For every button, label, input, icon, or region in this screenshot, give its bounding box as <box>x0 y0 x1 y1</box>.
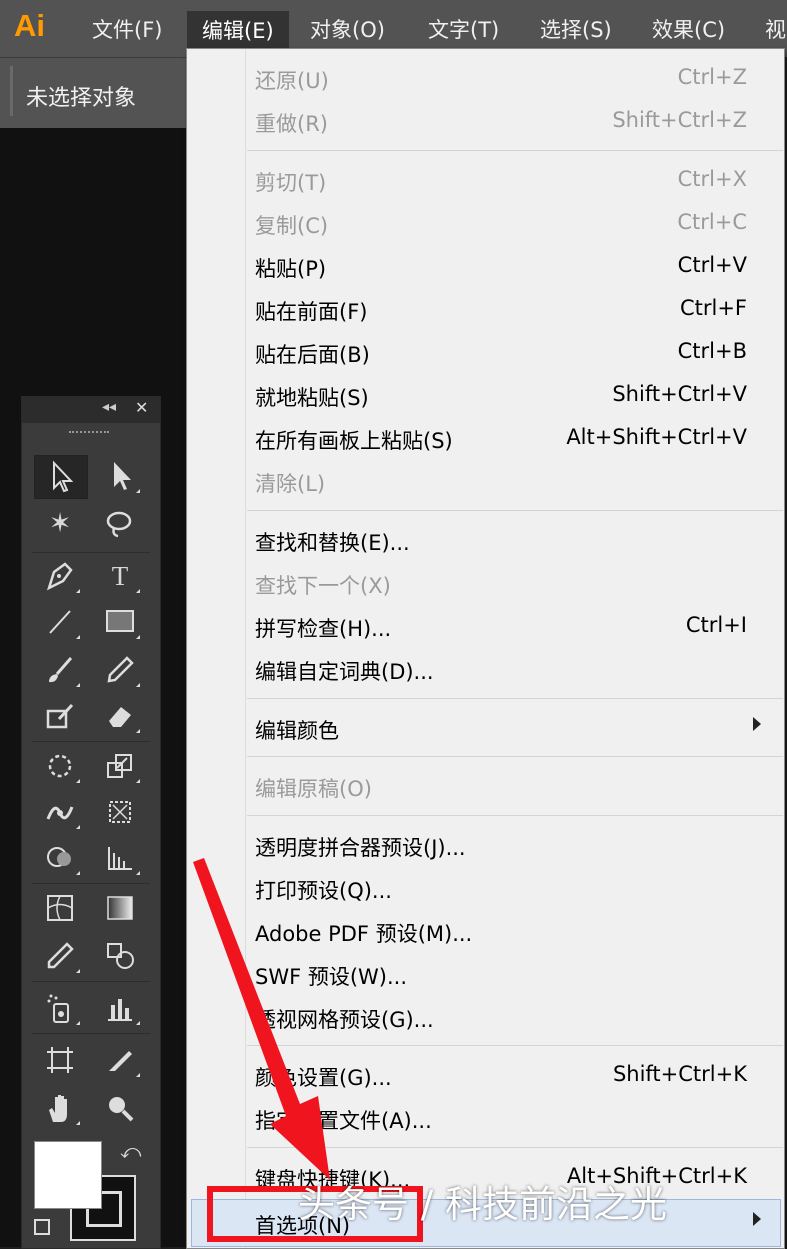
menu-item-paste[interactable]: 粘贴(P) Ctrl+V <box>255 247 747 283</box>
scale-tool-icon[interactable] <box>94 745 146 787</box>
menu-item-edit-original[interactable]: 编辑原稿(O) <box>255 767 747 803</box>
menu-item-edit-colors[interactable]: 编辑颜色 <box>255 709 761 745</box>
menu-item-color-settings[interactable]: 颜色设置(G)... Shift+Ctrl+K <box>255 1056 747 1092</box>
menu-separator <box>247 815 783 816</box>
pen-tool-icon[interactable] <box>34 555 86 597</box>
menu-item-paste-in-back[interactable]: 贴在后面(B) Ctrl+B <box>255 333 747 369</box>
menu-icon-gutter <box>245 49 246 1248</box>
rectangle-tool-icon[interactable] <box>94 601 146 643</box>
menu-item-paste-in-front[interactable]: 贴在前面(F) Ctrl+F <box>255 290 747 326</box>
menu-item-clear[interactable]: 清除(L) <box>255 462 747 498</box>
menu-separator <box>247 1045 783 1046</box>
menu-item-keyboard-shortcuts[interactable]: 键盘快捷键(K)... Alt+Shift+Ctrl+K <box>255 1158 747 1194</box>
eraser-tool-icon[interactable] <box>94 695 146 737</box>
hand-tool-icon[interactable] <box>34 1087 86 1129</box>
zoom-tool-icon[interactable] <box>94 1087 146 1129</box>
menu-separator <box>247 150 783 151</box>
blob-brush-tool-icon[interactable] <box>34 695 86 737</box>
menu-item-find-next[interactable]: 查找下一个(X) <box>255 564 747 600</box>
menu-item-perspective-grid-presets[interactable]: 透视网格预设(G)... <box>255 998 747 1034</box>
swap-fill-stroke-icon[interactable]: ⤺ <box>120 1139 141 1163</box>
paintbrush-tool-icon[interactable] <box>34 649 86 691</box>
control-bar: 未选择对象 <box>0 57 186 128</box>
symbol-sprayer-tool-icon[interactable] <box>34 987 86 1029</box>
menu-select[interactable]: 选择(S) <box>540 14 612 44</box>
menu-effect[interactable]: 效果(C) <box>652 14 725 44</box>
menu-item-undo[interactable]: 还原(U) Ctrl+Z <box>255 59 747 95</box>
menu-separator <box>247 1147 783 1148</box>
menu-file[interactable]: 文件(F) <box>92 14 162 44</box>
lasso-tool-icon[interactable] <box>94 503 146 545</box>
app-logo: Ai <box>14 8 45 43</box>
close-icon[interactable]: ✕ <box>135 398 148 417</box>
menu-item-edit-custom-dictionary[interactable]: 编辑自定词典(D)... <box>255 650 747 686</box>
tool-separator <box>32 741 150 742</box>
menu-item-transparency-flattener-presets[interactable]: 透明度拼合器预设(J)... <box>255 826 747 862</box>
tools-panel: ◂◂ ✕ ✶ T ⤺ <box>21 396 161 1249</box>
panel-grip[interactable] <box>69 431 109 437</box>
menu-item-redo[interactable]: 重做(R) Shift+Ctrl+Z <box>255 102 747 138</box>
menu-item-paste-in-place[interactable]: 就地粘贴(S) Shift+Ctrl+V <box>255 376 747 412</box>
submenu-arrow-icon <box>753 1212 761 1226</box>
perspective-grid-tool-icon[interactable] <box>94 837 146 879</box>
menu-item-paste-on-all-artboards[interactable]: 在所有画板上粘贴(S) Alt+Shift+Ctrl+V <box>255 419 747 455</box>
pencil-tool-icon[interactable] <box>94 649 146 691</box>
menu-item-find-replace[interactable]: 查找和替换(E)... <box>255 521 747 557</box>
menu-item-cut[interactable]: 剪切(T) Ctrl+X <box>255 161 747 197</box>
rotate-tool-icon[interactable] <box>34 745 86 787</box>
eyedropper-tool-icon[interactable] <box>34 935 86 977</box>
mesh-tool-icon[interactable] <box>34 887 86 929</box>
tools-panel-header[interactable]: ◂◂ ✕ <box>22 397 160 423</box>
tool-separator <box>32 1033 150 1034</box>
collapse-icon[interactable]: ◂◂ <box>102 399 116 415</box>
tool-separator <box>32 552 150 553</box>
menu-separator <box>247 698 783 699</box>
menu-item-preferences[interactable]: 首选项(N) <box>255 1204 761 1240</box>
menu-edit[interactable]: 编辑(E) <box>187 11 289 51</box>
column-graph-tool-icon[interactable] <box>94 987 146 1029</box>
submenu-arrow-icon <box>753 717 761 731</box>
free-transform-tool-icon[interactable] <box>94 791 146 833</box>
menu-item-copy[interactable]: 复制(C) Ctrl+C <box>255 204 747 240</box>
menu-separator <box>247 510 783 511</box>
tool-separator <box>32 981 150 982</box>
fill-color-swatch[interactable] <box>34 1141 102 1209</box>
menu-object[interactable]: 对象(O) <box>310 14 385 44</box>
menu-item-pdf-presets[interactable]: Adobe PDF 预设(M)... <box>255 912 747 948</box>
menu-item-swf-presets[interactable]: SWF 预设(W)... <box>255 955 747 991</box>
slice-tool-icon[interactable] <box>94 1039 146 1081</box>
magic-wand-tool-icon[interactable]: ✶ <box>34 503 86 545</box>
width-tool-icon[interactable] <box>34 791 86 833</box>
menu-item-assign-profile[interactable]: 指定配置文件(A)... <box>255 1099 747 1135</box>
menu-item-spell-check[interactable]: 拼写检查(H)... Ctrl+I <box>255 607 747 643</box>
type-tool-icon[interactable]: T <box>94 555 146 597</box>
default-fill-stroke-icon[interactable] <box>34 1219 50 1235</box>
line-segment-tool-icon[interactable] <box>34 601 86 643</box>
selection-tool-icon[interactable] <box>34 455 88 499</box>
menu-view[interactable]: 视 <box>765 14 786 44</box>
artboard-tool-icon[interactable] <box>34 1039 86 1081</box>
direct-selection-tool-icon[interactable] <box>94 455 146 497</box>
tool-separator <box>32 883 150 884</box>
edit-menu-dropdown: 还原(U) Ctrl+Z 重做(R) Shift+Ctrl+Z 剪切(T) Ctrl+… <box>186 48 785 1249</box>
menu-separator <box>247 756 783 757</box>
gradient-tool-icon[interactable] <box>94 887 146 929</box>
shape-builder-tool-icon[interactable] <box>34 837 86 879</box>
blend-tool-icon[interactable] <box>94 935 146 977</box>
menu-type[interactable]: 文字(T) <box>428 14 499 44</box>
menu-item-print-presets[interactable]: 打印预设(Q)... <box>255 869 747 905</box>
selection-status: 未选择对象 <box>26 86 137 111</box>
panel-grip[interactable] <box>10 66 13 116</box>
